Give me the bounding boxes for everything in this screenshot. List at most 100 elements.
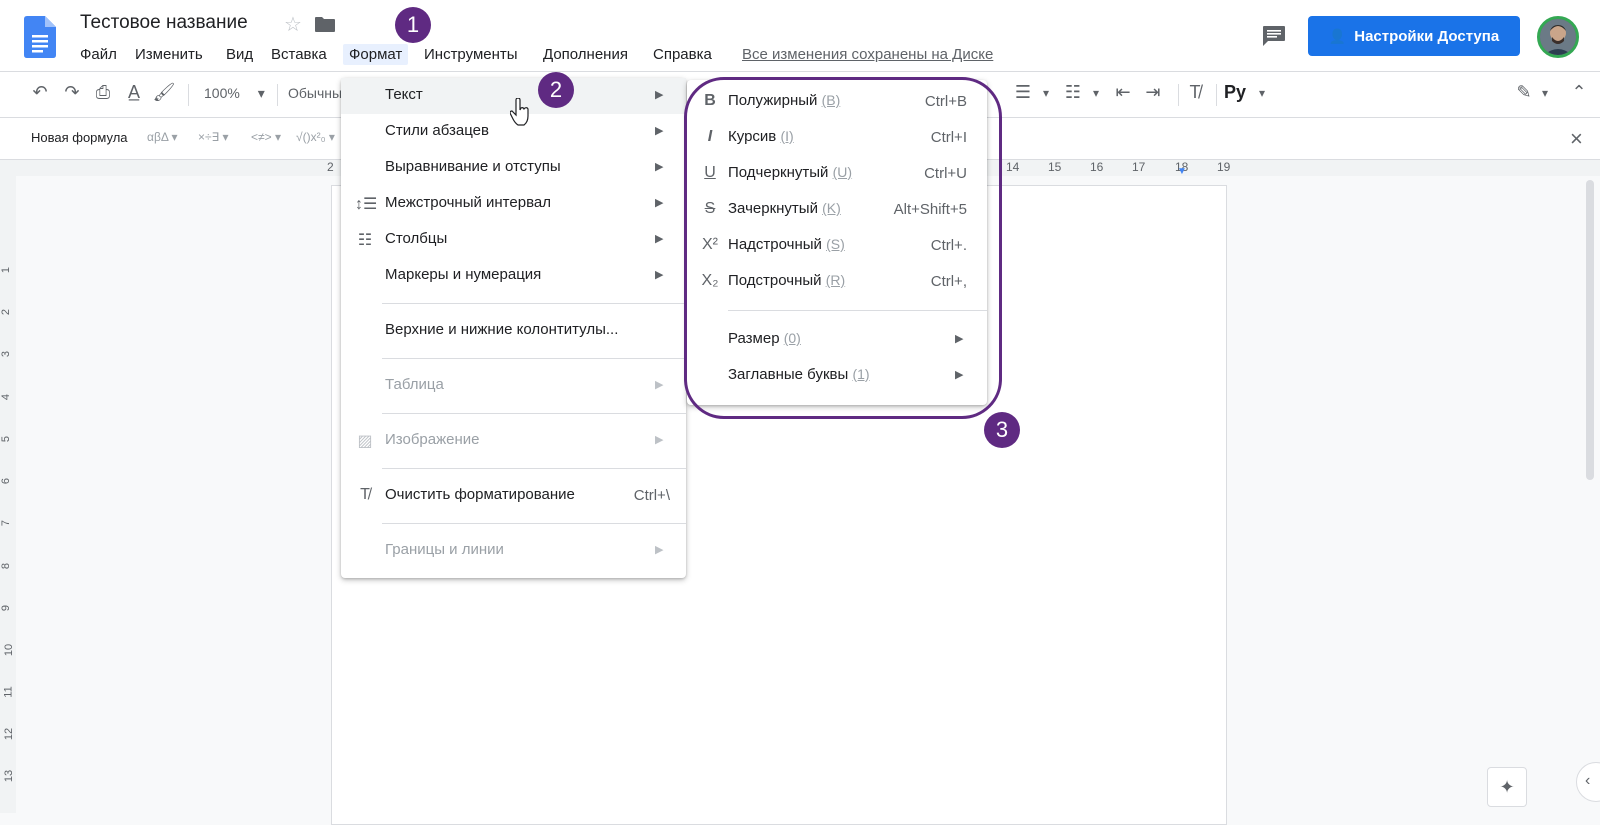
format-menu-item-clear-formatting[interactable]: T̸ Очистить форматирование Ctrl+\ [341, 478, 686, 514]
format-menu-item-image: ▨ Изображение ▶ [341, 423, 686, 459]
annotation-badge-2: 2 [538, 72, 574, 108]
misc-operations-menu[interactable]: ×÷∃ ▾ [198, 130, 229, 144]
ruler-number: 3 [0, 350, 13, 358]
chevron-down-icon[interactable]: ▾ [1249, 86, 1275, 100]
folder-icon[interactable] [315, 17, 335, 32]
ruler-number: 13 [3, 769, 16, 783]
eq-group-label: ×÷∃ [198, 130, 220, 144]
ruler-number: 1 [0, 266, 13, 274]
ruler-number: 19 [1217, 160, 1231, 174]
menu-divider [382, 413, 686, 414]
annotation-highlight-outline [684, 77, 1002, 419]
ruler-number: 2 [327, 160, 334, 174]
share-button[interactable]: 👤 Настройки Доступа [1308, 16, 1520, 56]
format-menu-item-columns[interactable]: ☷ Столбцы ▶ [341, 222, 686, 258]
format-menu: Текст ▶ Стили абзацев ▶ Выравнивание и о… [341, 78, 686, 578]
submenu-arrow-icon: ▶ [655, 544, 664, 556]
menu-tools[interactable]: Инструменты [424, 44, 518, 65]
format-menu-item-align-indent[interactable]: Выравнивание и отступы ▶ [341, 150, 686, 186]
ruler-number: 6 [0, 477, 13, 485]
relations-menu[interactable]: <≠> ▾ [251, 130, 281, 144]
submenu-arrow-icon: ▶ [655, 197, 664, 209]
menu-divider [382, 468, 686, 469]
menu-item-label: Выравнивание и отступы [385, 158, 561, 175]
menu-item-label: Текст [385, 86, 423, 103]
right-indent-marker-icon[interactable]: ▼ [1177, 166, 1187, 177]
spellcheck-icon[interactable]: A̲ [121, 82, 147, 103]
zoom-select[interactable]: 100% ▾ [204, 85, 265, 102]
columns-icon: ☷ [357, 232, 373, 249]
increase-indent-icon[interactable]: ⇥ [1140, 82, 1166, 103]
eq-group-label: √()x²₀ [296, 130, 326, 144]
people-lock-icon: 👤 [1328, 27, 1347, 44]
clear-formatting-icon[interactable]: T̸ [1182, 82, 1208, 103]
chevron-down-icon[interactable]: ▾ [1033, 86, 1059, 100]
side-panel-toggle[interactable]: ‹ [1576, 762, 1600, 802]
greek-letters-menu[interactable]: αβΔ ▾ [147, 130, 178, 144]
explore-button[interactable]: ✦ [1487, 767, 1527, 807]
submenu-arrow-icon: ▶ [655, 125, 664, 137]
format-menu-item-bullets-numbering[interactable]: Маркеры и нумерация ▶ [341, 258, 686, 294]
menu-item-label: Изображение [385, 431, 480, 448]
star-icon[interactable]: ☆ [284, 12, 302, 37]
chevron-left-icon: ‹ [1585, 772, 1591, 789]
ruler-number: 14 [1006, 160, 1020, 174]
annotation-badge-3: 3 [984, 412, 1020, 448]
annotation-badge-1: 1 [395, 7, 431, 43]
menu-item-label: Стили абзацев [385, 122, 489, 139]
menu-divider [382, 303, 686, 304]
menu-file[interactable]: Файл [80, 44, 117, 65]
chevron-down-icon: ▾ [257, 85, 265, 101]
ruler-number: 4 [0, 393, 13, 401]
close-icon[interactable]: × [1570, 126, 1583, 152]
eq-group-label: αβΔ [147, 130, 169, 144]
new-equation-button[interactable]: Новая формула [31, 130, 128, 145]
format-menu-item-line-spacing[interactable]: ↕☰ Межстрочный интервал ▶ [341, 186, 686, 222]
menu-item-label: Границы и линии [385, 541, 504, 558]
menu-divider [382, 358, 686, 359]
submenu-arrow-icon: ▶ [655, 434, 664, 446]
format-menu-item-borders-lines: Границы и линии ▶ [341, 533, 686, 569]
docs-logo-icon[interactable] [24, 16, 56, 58]
undo-icon[interactable]: ↶ [27, 82, 53, 103]
ruler-number: 12 [3, 727, 16, 741]
toolbar-divider [188, 84, 189, 106]
input-tools-button[interactable]: Ру [1222, 82, 1248, 103]
paint-format-icon[interactable]: 🖌 [151, 82, 177, 103]
ruler-number: 17 [1132, 160, 1146, 174]
ruler-number: 15 [1048, 160, 1062, 174]
ruler-number: 16 [1090, 160, 1104, 174]
menu-format[interactable]: Формат [343, 44, 409, 65]
collapse-menus-icon[interactable]: ⌃ [1566, 82, 1592, 103]
save-status-link[interactable]: Все изменения сохранены на Диске [742, 46, 993, 63]
submenu-arrow-icon: ▶ [655, 379, 664, 391]
vertical-ruler[interactable]: 1 2 3 4 5 6 7 8 9 10 11 12 13 [0, 176, 16, 813]
avatar[interactable] [1537, 16, 1579, 58]
menu-divider [382, 523, 686, 524]
menu-help[interactable]: Справка [653, 44, 712, 65]
redo-icon[interactable]: ↷ [59, 82, 85, 103]
submenu-arrow-icon: ▶ [655, 161, 664, 173]
header: Тестовое название ☆ Файл Изменить Вид Вс… [0, 0, 1600, 72]
chevron-down-icon[interactable]: ▾ [1532, 86, 1558, 100]
ruler-number: 8 [0, 562, 13, 570]
menu-insert[interactable]: Вставка [271, 44, 327, 65]
menu-edit[interactable]: Изменить [135, 44, 203, 65]
ruler-number: 11 [2, 686, 15, 698]
print-icon[interactable]: ⎙ [90, 82, 116, 103]
scrollbar[interactable] [1586, 180, 1594, 480]
explore-star-icon: ✦ [1499, 776, 1515, 797]
submenu-arrow-icon: ▶ [655, 269, 664, 281]
decrease-indent-icon[interactable]: ⇤ [1110, 82, 1136, 103]
document-title[interactable]: Тестовое название [80, 12, 248, 34]
menu-addons[interactable]: Дополнения [543, 44, 628, 65]
format-menu-item-headers-footers[interactable]: Верхние и нижние колонтитулы... [341, 313, 686, 349]
math-operations-menu[interactable]: √()x²₀ ▾ [296, 130, 335, 144]
menu-item-label: Очистить форматирование [385, 486, 575, 503]
chevron-down-icon[interactable]: ▾ [1083, 86, 1109, 100]
share-button-label: Настройки Доступа [1354, 27, 1500, 45]
ruler-number: 5 [0, 435, 13, 443]
comment-history-icon[interactable] [1263, 26, 1285, 46]
menu-view[interactable]: Вид [226, 44, 253, 65]
paragraph-style-select[interactable]: Обычны [288, 85, 342, 101]
